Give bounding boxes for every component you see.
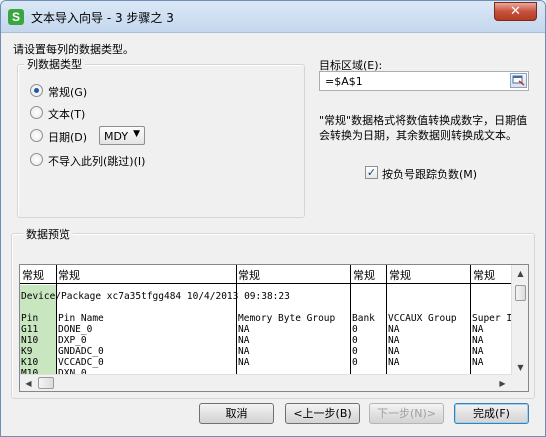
radio-text-label[interactable]: 文本(T) (48, 106, 85, 122)
radio-text[interactable] (30, 106, 43, 119)
collapse-dialog-button[interactable] (510, 73, 527, 88)
column-header[interactable]: 常规 (58, 267, 80, 283)
column-separator (386, 265, 387, 376)
column-header[interactable]: 常规 (238, 267, 260, 283)
cell: 0 (352, 346, 358, 357)
column-header[interactable]: 常规 (353, 267, 375, 283)
cell: Bank (352, 313, 375, 324)
cell: K9 (21, 346, 33, 357)
cell: NA (472, 335, 484, 346)
scroll-up-icon[interactable]: ▲ (512, 265, 528, 282)
negative-tracking-label[interactable]: 按负号跟踪负数(M) (382, 166, 477, 182)
title-bar[interactable]: S 文本导入向导 - 3 步骤之 3 ✕ (1, 1, 545, 33)
column-header[interactable]: 常规 (389, 267, 411, 283)
cell: DXP_0 (58, 335, 87, 346)
cell: K10 (21, 357, 39, 368)
column-type-group-title: 列数据类型 (24, 56, 85, 72)
preview-row: Device/Package xc7a35tfgg484 10/4/2013 0… (21, 291, 290, 302)
vertical-scroll-thumb[interactable] (515, 285, 526, 301)
vertical-scrollbar[interactable]: ▲ ▼ (511, 265, 528, 391)
horizontal-scroll-thumb[interactable] (38, 377, 54, 389)
format-description: "常规"数据格式将数值转换成数字，日期值会转换为日期，其余数据则转换成文本。 (319, 114, 528, 142)
checkmark-icon: ✓ (366, 166, 377, 179)
preview-row: Pin (21, 313, 38, 324)
cell: NA (238, 346, 250, 357)
cell: VCCADC_0 (58, 357, 104, 368)
column-header[interactable]: 常规 (22, 267, 44, 283)
cell: NA (238, 324, 250, 335)
close-button[interactable]: ✕ (494, 2, 537, 21)
radio-date-label[interactable]: 日期(D) (48, 129, 87, 145)
negative-tracking-checkbox[interactable]: ✓ (365, 166, 378, 179)
scroll-left-icon[interactable]: ◀ (20, 375, 37, 391)
cancel-button[interactable]: 取消 (199, 403, 274, 424)
data-preview-title: 数据预览 (23, 226, 73, 242)
date-format-select[interactable]: MDY ▼ (99, 126, 145, 145)
window-title: 文本导入向导 - 3 步骤之 3 (31, 11, 174, 25)
cell: NA (472, 346, 484, 357)
cell: NA (472, 357, 484, 368)
app-icon: S (8, 9, 24, 25)
cell: NA (238, 335, 250, 346)
cell: Device (21, 291, 56, 302)
target-area-value: =$A$1 (325, 75, 363, 88)
radio-skip[interactable] (30, 153, 43, 166)
cell: DONE_0 (58, 324, 93, 335)
horizontal-scrollbar[interactable]: ◀ ▶ (20, 374, 512, 391)
next-button[interactable]: 下一步(N)> (369, 403, 444, 424)
cell: N10 (21, 335, 39, 346)
cell: Pin (21, 313, 39, 324)
date-format-value: MDY (104, 130, 129, 143)
text-import-wizard-dialog: S 文本导入向导 - 3 步骤之 3 ✕ 请设置每列的数据类型。 列数据类型 常… (0, 0, 546, 437)
cell: Memory Byte Group (238, 313, 336, 324)
radio-general-label[interactable]: 常规(G) (48, 84, 87, 100)
data-preview-grid[interactable]: 常规 常规 常规 常规 常规 常规 Device/Package xc7a35t… (19, 264, 529, 392)
scroll-down-icon[interactable]: ▼ (512, 359, 528, 376)
radio-date[interactable] (30, 129, 43, 142)
preview-header-row[interactable]: 常规 常规 常规 常规 常规 常规 (20, 265, 520, 284)
finish-button[interactable]: 完成(F) (454, 403, 529, 424)
close-icon: ✕ (510, 4, 521, 19)
cell: NA (388, 324, 400, 335)
scroll-right-icon[interactable]: ▶ (494, 375, 511, 391)
cell: /Package xc7a35tfgg484 10/4/20 (55, 291, 227, 302)
intro-text: 请设置每列的数据类型。 (13, 43, 134, 56)
cell: NA (472, 324, 484, 335)
cell: Super I (472, 313, 513, 324)
cell: 0 (352, 335, 358, 346)
cell: G11 (21, 324, 39, 335)
cell: 0 (352, 324, 358, 335)
cell: Pin Name (58, 313, 104, 324)
cell: GNDADC_0 (58, 346, 104, 357)
cell: NA (388, 335, 400, 346)
back-button[interactable]: <上一步(B) (285, 403, 360, 424)
radio-general[interactable] (30, 84, 43, 97)
column-header[interactable]: 常规 (473, 267, 495, 283)
cell: 13 09:38:23 (226, 291, 290, 302)
cell: VCCAUX Group (388, 313, 457, 324)
column-separator (470, 265, 471, 376)
cell: NA (388, 357, 400, 368)
cell: 0 (352, 357, 358, 368)
cell: NA (388, 346, 400, 357)
range-select-icon (512, 75, 525, 86)
column-separator (56, 265, 57, 376)
column-separator (350, 265, 351, 376)
column-separator (236, 265, 237, 376)
chevron-down-icon: ▼ (133, 129, 140, 139)
radio-skip-label[interactable]: 不导入此列(跳过)(I) (48, 153, 145, 169)
target-area-input[interactable]: =$A$1 (319, 71, 529, 91)
cell: NA (238, 357, 250, 368)
